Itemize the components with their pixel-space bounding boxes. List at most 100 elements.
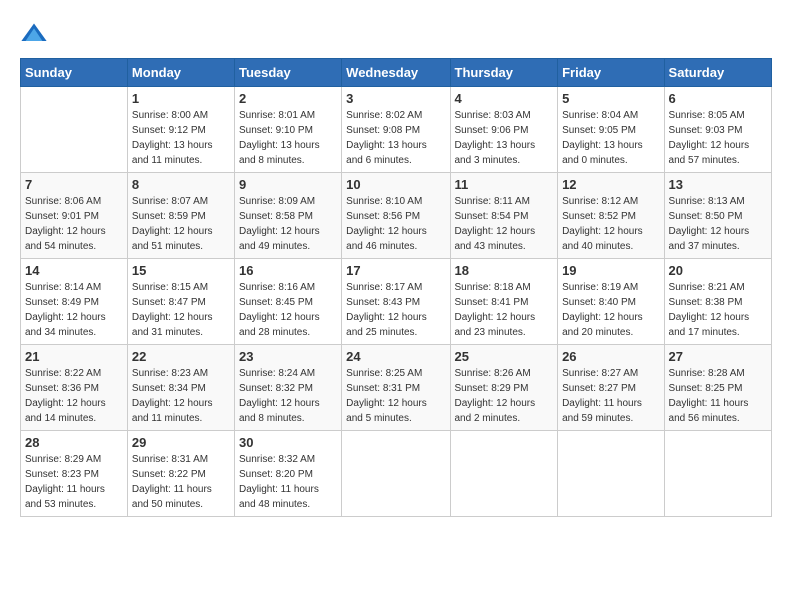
calendar-cell: 20Sunrise: 8:21 AMSunset: 8:38 PMDayligh… bbox=[664, 259, 771, 345]
calendar-cell: 29Sunrise: 8:31 AMSunset: 8:22 PMDayligh… bbox=[127, 431, 234, 517]
calendar-cell: 14Sunrise: 8:14 AMSunset: 8:49 PMDayligh… bbox=[21, 259, 128, 345]
day-number: 21 bbox=[25, 349, 123, 364]
day-info: Sunrise: 8:19 AMSunset: 8:40 PMDaylight:… bbox=[562, 280, 659, 340]
week-row-3: 21 Sunrise: 8:22 AMSunset: 8:36 PMDayligh… bbox=[21, 345, 772, 431]
calendar-cell: 3 Sunrise: 8:02 AMSunset: 9:08 PMDaylight… bbox=[342, 87, 450, 173]
day-number: 6 bbox=[669, 91, 767, 106]
calendar-cell: 4 Sunrise: 8:03 AMSunset: 9:06 PMDaylight… bbox=[450, 87, 558, 173]
day-info: Sunrise: 8:27 AMSunset: 8:27 PMDaylight:… bbox=[562, 366, 659, 426]
day-number: 7 bbox=[25, 177, 123, 192]
day-number: 24 bbox=[346, 349, 445, 364]
day-info: Sunrise: 8:29 AMSunset: 8:23 PMDaylight:… bbox=[25, 452, 123, 512]
header-monday: Monday bbox=[127, 59, 234, 87]
calendar-cell: 8Sunrise: 8:07 AMSunset: 8:59 PMDaylight… bbox=[127, 173, 234, 259]
header-saturday: Saturday bbox=[664, 59, 771, 87]
calendar-cell: 17 Sunrise: 8:17 AMSunset: 8:43 PMDayligh… bbox=[342, 259, 450, 345]
week-row-1: 7Sunrise: 8:06 AMSunset: 9:01 PMDaylight… bbox=[21, 173, 772, 259]
calendar-cell: 11 Sunrise: 8:11 AMSunset: 8:54 PMDayligh… bbox=[450, 173, 558, 259]
calendar-cell: 19 Sunrise: 8:19 AMSunset: 8:40 PMDayligh… bbox=[558, 259, 664, 345]
calendar-cell: 25 Sunrise: 8:26 AMSunset: 8:29 PMDayligh… bbox=[450, 345, 558, 431]
day-number: 4 bbox=[455, 91, 554, 106]
day-number: 25 bbox=[455, 349, 554, 364]
calendar-cell: 23Sunrise: 8:24 AMSunset: 8:32 PMDayligh… bbox=[234, 345, 341, 431]
calendar-cell: 24Sunrise: 8:25 AMSunset: 8:31 PMDayligh… bbox=[342, 345, 450, 431]
day-info: Sunrise: 8:31 AMSunset: 8:22 PMDaylight:… bbox=[132, 452, 230, 512]
header-friday: Friday bbox=[558, 59, 664, 87]
day-info: Sunrise: 8:11 AMSunset: 8:54 PMDaylight:… bbox=[455, 194, 554, 254]
week-row-4: 28 Sunrise: 8:29 AMSunset: 8:23 PMDayligh… bbox=[21, 431, 772, 517]
day-info: Sunrise: 8:03 AMSunset: 9:06 PMDaylight:… bbox=[455, 108, 554, 168]
calendar-cell: 6 Sunrise: 8:05 AMSunset: 9:03 PMDaylight… bbox=[664, 87, 771, 173]
calendar-cell: 30Sunrise: 8:32 AMSunset: 8:20 PMDayligh… bbox=[234, 431, 341, 517]
day-number: 27 bbox=[669, 349, 767, 364]
logo bbox=[20, 20, 52, 48]
calendar-cell bbox=[664, 431, 771, 517]
day-info: Sunrise: 8:07 AMSunset: 8:59 PMDaylight:… bbox=[132, 194, 230, 254]
page-header bbox=[20, 20, 772, 48]
calendar-cell: 26 Sunrise: 8:27 AMSunset: 8:27 PMDayligh… bbox=[558, 345, 664, 431]
day-number: 10 bbox=[346, 177, 445, 192]
day-info: Sunrise: 8:13 AMSunset: 8:50 PMDaylight:… bbox=[669, 194, 767, 254]
day-info: Sunrise: 8:01 AMSunset: 9:10 PMDaylight:… bbox=[239, 108, 337, 168]
header-sunday: Sunday bbox=[21, 59, 128, 87]
day-info: Sunrise: 8:16 AMSunset: 8:45 PMDaylight:… bbox=[239, 280, 337, 340]
day-number: 1 bbox=[132, 91, 230, 106]
calendar-cell: 28 Sunrise: 8:29 AMSunset: 8:23 PMDayligh… bbox=[21, 431, 128, 517]
calendar-cell bbox=[342, 431, 450, 517]
calendar-cell: 1 Sunrise: 8:00 AMSunset: 9:12 PMDaylight… bbox=[127, 87, 234, 173]
calendar-cell: 7Sunrise: 8:06 AMSunset: 9:01 PMDaylight… bbox=[21, 173, 128, 259]
day-info: Sunrise: 8:05 AMSunset: 9:03 PMDaylight:… bbox=[669, 108, 767, 168]
day-number: 19 bbox=[562, 263, 659, 278]
day-number: 18 bbox=[455, 263, 554, 278]
header-tuesday: Tuesday bbox=[234, 59, 341, 87]
day-info: Sunrise: 8:23 AMSunset: 8:34 PMDaylight:… bbox=[132, 366, 230, 426]
day-info: Sunrise: 8:17 AMSunset: 8:43 PMDaylight:… bbox=[346, 280, 445, 340]
calendar-table: SundayMondayTuesdayWednesdayThursdayFrid… bbox=[20, 58, 772, 517]
header-thursday: Thursday bbox=[450, 59, 558, 87]
day-info: Sunrise: 8:24 AMSunset: 8:32 PMDaylight:… bbox=[239, 366, 337, 426]
calendar-cell: 10 Sunrise: 8:10 AMSunset: 8:56 PMDayligh… bbox=[342, 173, 450, 259]
day-info: Sunrise: 8:12 AMSunset: 8:52 PMDaylight:… bbox=[562, 194, 659, 254]
day-number: 11 bbox=[455, 177, 554, 192]
day-number: 20 bbox=[669, 263, 767, 278]
logo-icon bbox=[20, 20, 48, 48]
day-number: 5 bbox=[562, 91, 659, 106]
day-number: 16 bbox=[239, 263, 337, 278]
day-info: Sunrise: 8:26 AMSunset: 8:29 PMDaylight:… bbox=[455, 366, 554, 426]
day-number: 22 bbox=[132, 349, 230, 364]
header-wednesday: Wednesday bbox=[342, 59, 450, 87]
day-info: Sunrise: 8:14 AMSunset: 8:49 PMDaylight:… bbox=[25, 280, 123, 340]
calendar-cell: 16 Sunrise: 8:16 AMSunset: 8:45 PMDayligh… bbox=[234, 259, 341, 345]
header-row: SundayMondayTuesdayWednesdayThursdayFrid… bbox=[21, 59, 772, 87]
week-row-0: 1 Sunrise: 8:00 AMSunset: 9:12 PMDaylight… bbox=[21, 87, 772, 173]
day-number: 17 bbox=[346, 263, 445, 278]
calendar-cell: 12 Sunrise: 8:12 AMSunset: 8:52 PMDayligh… bbox=[558, 173, 664, 259]
day-info: Sunrise: 8:15 AMSunset: 8:47 PMDaylight:… bbox=[132, 280, 230, 340]
calendar-cell: 13 Sunrise: 8:13 AMSunset: 8:50 PMDayligh… bbox=[664, 173, 771, 259]
day-info: Sunrise: 8:10 AMSunset: 8:56 PMDaylight:… bbox=[346, 194, 445, 254]
day-info: Sunrise: 8:22 AMSunset: 8:36 PMDaylight:… bbox=[25, 366, 123, 426]
calendar-cell bbox=[558, 431, 664, 517]
day-number: 2 bbox=[239, 91, 337, 106]
day-number: 26 bbox=[562, 349, 659, 364]
calendar-cell: 22 Sunrise: 8:23 AMSunset: 8:34 PMDayligh… bbox=[127, 345, 234, 431]
day-info: Sunrise: 8:02 AMSunset: 9:08 PMDaylight:… bbox=[346, 108, 445, 168]
day-info: Sunrise: 8:09 AMSunset: 8:58 PMDaylight:… bbox=[239, 194, 337, 254]
day-info: Sunrise: 8:04 AMSunset: 9:05 PMDaylight:… bbox=[562, 108, 659, 168]
day-info: Sunrise: 8:32 AMSunset: 8:20 PMDaylight:… bbox=[239, 452, 337, 512]
calendar-cell: 21 Sunrise: 8:22 AMSunset: 8:36 PMDayligh… bbox=[21, 345, 128, 431]
day-info: Sunrise: 8:18 AMSunset: 8:41 PMDaylight:… bbox=[455, 280, 554, 340]
calendar-cell bbox=[450, 431, 558, 517]
day-info: Sunrise: 8:28 AMSunset: 8:25 PMDaylight:… bbox=[669, 366, 767, 426]
calendar-cell bbox=[21, 87, 128, 173]
calendar-cell: 2 Sunrise: 8:01 AMSunset: 9:10 PMDaylight… bbox=[234, 87, 341, 173]
day-number: 3 bbox=[346, 91, 445, 106]
calendar-cell: 18 Sunrise: 8:18 AMSunset: 8:41 PMDayligh… bbox=[450, 259, 558, 345]
calendar-cell: 9Sunrise: 8:09 AMSunset: 8:58 PMDaylight… bbox=[234, 173, 341, 259]
day-number: 12 bbox=[562, 177, 659, 192]
day-number: 28 bbox=[25, 435, 123, 450]
calendar-cell: 27 Sunrise: 8:28 AMSunset: 8:25 PMDayligh… bbox=[664, 345, 771, 431]
day-number: 13 bbox=[669, 177, 767, 192]
day-number: 15 bbox=[132, 263, 230, 278]
day-info: Sunrise: 8:00 AMSunset: 9:12 PMDaylight:… bbox=[132, 108, 230, 168]
